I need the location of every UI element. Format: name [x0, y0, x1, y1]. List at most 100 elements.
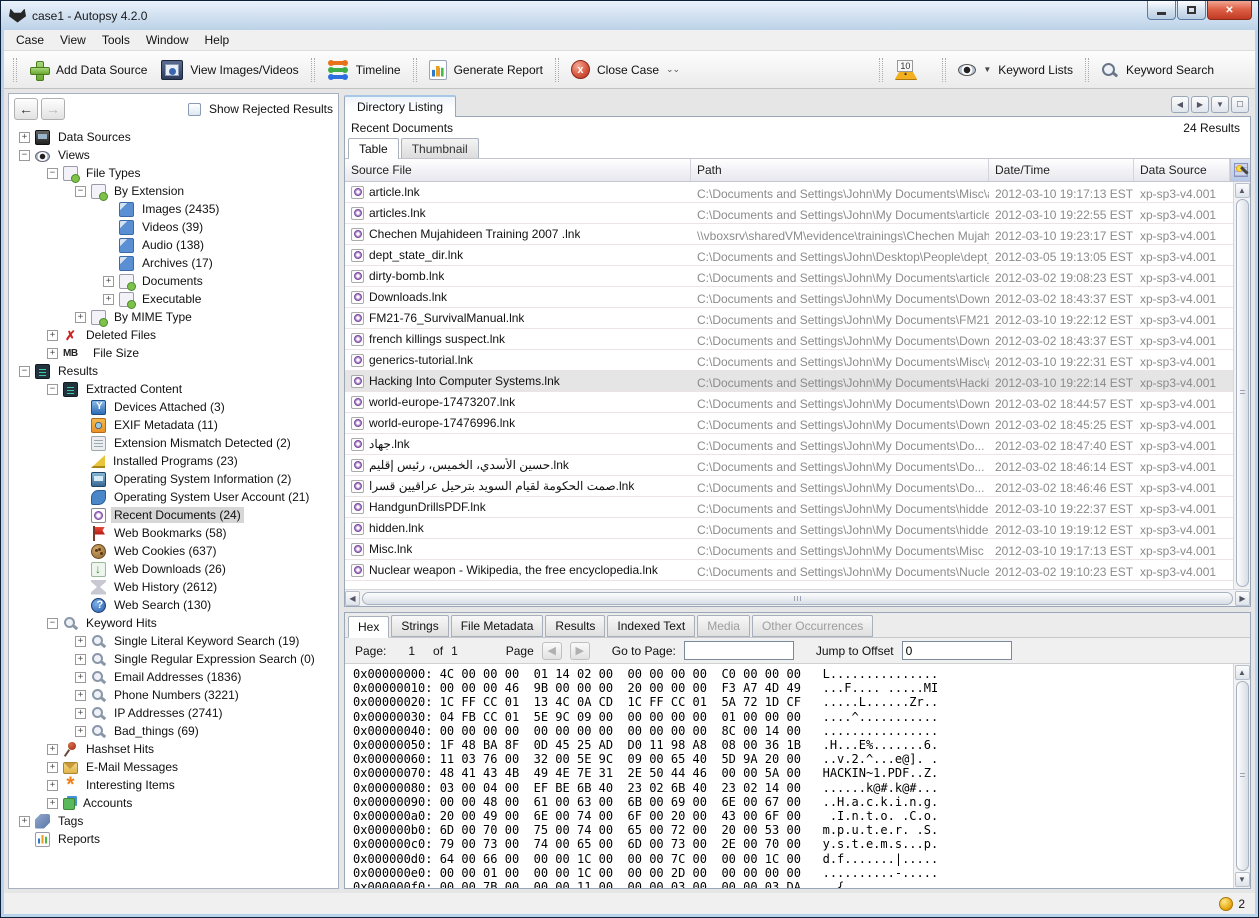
- tab-directory-listing[interactable]: Directory Listing: [344, 95, 456, 117]
- tree-item[interactable]: +By MIME Type: [11, 308, 338, 326]
- maximize-panel-button[interactable]: ☐: [1231, 96, 1249, 113]
- tree-item[interactable]: Installed Programs (23): [11, 452, 338, 470]
- tree-item[interactable]: Web Downloads (26): [11, 560, 338, 578]
- hex-scroll-up-icon[interactable]: ▲: [1235, 665, 1250, 680]
- tree-item[interactable]: +Email Addresses (1836): [11, 668, 338, 686]
- tab-strings[interactable]: Strings: [391, 615, 448, 637]
- table-row[interactable]: dept_state_dir.lnkC:\Documents and Setti…: [345, 245, 1250, 266]
- table-row[interactable]: articles.lnkC:\Documents and Settings\Jo…: [345, 203, 1250, 224]
- collapse-icon[interactable]: −: [47, 168, 58, 179]
- back-button[interactable]: ←: [14, 98, 38, 120]
- tab-list-button[interactable]: ▼: [1211, 96, 1229, 113]
- expand-icon[interactable]: +: [47, 780, 58, 791]
- tab-indexed-text[interactable]: Indexed Text: [607, 615, 695, 637]
- menu-item-case[interactable]: Case: [8, 30, 52, 50]
- tree-item[interactable]: +Bad_things (69): [11, 722, 338, 740]
- goto-page-input[interactable]: [684, 641, 794, 660]
- timeline-button[interactable]: Timeline: [320, 56, 408, 84]
- tree-item[interactable]: −By Extension: [11, 182, 338, 200]
- hex-vertical-scrollbar[interactable]: ▲ ▼: [1233, 664, 1250, 888]
- expand-icon[interactable]: +: [75, 726, 86, 737]
- tab-thumbnail[interactable]: Thumbnail: [401, 138, 479, 158]
- menu-item-window[interactable]: Window: [138, 30, 197, 50]
- collapse-icon[interactable]: −: [19, 150, 30, 161]
- menu-item-help[interactable]: Help: [197, 30, 238, 50]
- tree-item[interactable]: +MBFile Size: [11, 344, 338, 362]
- tree-item[interactable]: Videos (39): [11, 218, 338, 236]
- tree-item[interactable]: Recent Documents (24): [11, 506, 338, 524]
- expand-icon[interactable]: +: [47, 798, 58, 809]
- table-row[interactable]: حسين الأسدي، الخميس، رئيس إقليم.lnkC:\Do…: [345, 455, 1250, 476]
- tab-table[interactable]: Table: [348, 138, 399, 159]
- tree-item[interactable]: +Phone Numbers (3221): [11, 686, 338, 704]
- table-scroll-thumb[interactable]: [1236, 199, 1249, 587]
- column-header-data-source[interactable]: Data Source: [1134, 159, 1230, 181]
- tree-item[interactable]: EXIF Metadata (11): [11, 416, 338, 434]
- add-data-source-button[interactable]: Add Data Source: [22, 56, 154, 84]
- table-row[interactable]: world-europe-17473207.lnkC:\Documents an…: [345, 392, 1250, 413]
- tree-item[interactable]: −Extracted Content: [11, 380, 338, 398]
- tree-item[interactable]: Web Bookmarks (58): [11, 524, 338, 542]
- table-row[interactable]: world-europe-17476996.lnkC:\Documents an…: [345, 413, 1250, 434]
- expand-icon[interactable]: +: [47, 744, 58, 755]
- title-bar[interactable]: case1 - Autopsy 4.2.0 ✕: [1, 1, 1258, 30]
- tree-item[interactable]: −File Types: [11, 164, 338, 182]
- expand-icon[interactable]: +: [19, 132, 30, 143]
- tree-item[interactable]: Operating System User Account (21): [11, 488, 338, 506]
- hex-scroll-thumb[interactable]: [1236, 681, 1249, 871]
- table-row[interactable]: صمت الحكومة لقيام السويد بترحيل عراقيين …: [345, 476, 1250, 497]
- close-case-button[interactable]: x Close Case ⌄⌄: [564, 56, 686, 83]
- table-hscroll-thumb[interactable]: [362, 592, 1233, 605]
- tab-results[interactable]: Results: [545, 615, 605, 637]
- expand-icon[interactable]: +: [19, 816, 30, 827]
- generate-report-button[interactable]: Generate Report: [422, 56, 550, 84]
- maximize-button[interactable]: [1177, 1, 1206, 20]
- keyword-search-button[interactable]: Keyword Search: [1094, 57, 1221, 83]
- scroll-up-icon[interactable]: ▲: [1235, 183, 1250, 198]
- view-images-videos-button[interactable]: View Images/Videos: [154, 56, 305, 84]
- keyword-lists-button[interactable]: ▼ Keyword Lists: [951, 59, 1080, 81]
- tree-item[interactable]: +IP Addresses (2741): [11, 704, 338, 722]
- tree-item[interactable]: +Hashset Hits: [11, 740, 338, 758]
- tree-item[interactable]: Web History (2612): [11, 578, 338, 596]
- tree-item[interactable]: Reports: [11, 830, 338, 848]
- table-row[interactable]: Hacking Into Computer Systems.lnkC:\Docu…: [345, 371, 1250, 392]
- table-row[interactable]: FM21-76_SurvivalManual.lnkC:\Documents a…: [345, 308, 1250, 329]
- table-row[interactable]: Downloads.lnkC:\Documents and Settings\J…: [345, 287, 1250, 308]
- tree-item[interactable]: +Accounts: [11, 794, 338, 812]
- next-page-button[interactable]: ▶: [570, 642, 590, 660]
- tree-item[interactable]: Devices Attached (3): [11, 398, 338, 416]
- menu-item-view[interactable]: View: [52, 30, 94, 50]
- warnings-button[interactable]: 10: [888, 56, 937, 83]
- expand-icon[interactable]: +: [75, 690, 86, 701]
- hex-scroll-down-icon[interactable]: ▼: [1235, 872, 1250, 887]
- expand-icon[interactable]: +: [75, 672, 86, 683]
- tree-item[interactable]: +*Interesting Items: [11, 776, 338, 794]
- tree-item[interactable]: +Data Sources: [11, 128, 338, 146]
- table-row[interactable]: generics-tutorial.lnkC:\Documents and Se…: [345, 350, 1250, 371]
- table-row[interactable]: hidden.lnkC:\Documents and Settings\John…: [345, 518, 1250, 539]
- table-row[interactable]: HandgunDrillsPDF.lnkC:\Documents and Set…: [345, 497, 1250, 518]
- tree-item[interactable]: +Tags: [11, 812, 338, 830]
- table-row[interactable]: جهاد.lnkC:\Documents and Settings\John\M…: [345, 434, 1250, 455]
- scroll-right-icon[interactable]: ▶: [1235, 591, 1250, 606]
- show-rejected-checkbox[interactable]: [188, 103, 201, 116]
- expand-icon[interactable]: +: [47, 762, 58, 773]
- table-horizontal-scrollbar[interactable]: ◀ ▶: [345, 589, 1250, 606]
- table-row[interactable]: french killings suspect.lnkC:\Documents …: [345, 329, 1250, 350]
- tree-item[interactable]: Archives (17): [11, 254, 338, 272]
- tree-item[interactable]: −Keyword Hits: [11, 614, 338, 632]
- expand-icon[interactable]: +: [47, 348, 58, 359]
- column-header-datetime[interactable]: Date/Time: [989, 159, 1134, 181]
- tree-item[interactable]: +✗Deleted Files: [11, 326, 338, 344]
- tree-item[interactable]: +E-Mail Messages: [11, 758, 338, 776]
- expand-icon[interactable]: +: [103, 294, 114, 305]
- tree-item[interactable]: +Documents: [11, 272, 338, 290]
- collapse-icon[interactable]: −: [47, 618, 58, 629]
- tree-item[interactable]: +Executable: [11, 290, 338, 308]
- column-header-source-file[interactable]: Source File: [345, 159, 691, 181]
- tree-item[interactable]: Web Cookies (637): [11, 542, 338, 560]
- table-row[interactable]: Nuclear weapon - Wikipedia, the free enc…: [345, 560, 1250, 581]
- tab-hex[interactable]: Hex: [348, 616, 389, 638]
- scroll-tabs-right-button[interactable]: ▶: [1191, 96, 1209, 113]
